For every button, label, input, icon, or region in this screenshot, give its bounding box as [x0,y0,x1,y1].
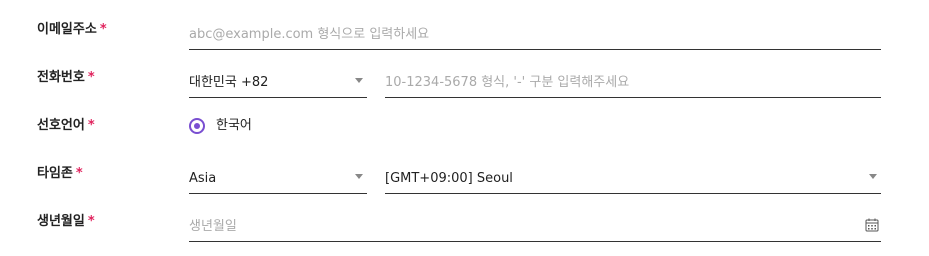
required-mark: * [87,70,95,85]
country-code-value: 대한민국 +82 [189,75,269,90]
chevron-down-icon [355,78,363,83]
phone-number-field[interactable]: 10-1234-5678 형식, '-' 구분 입력해주세요 [385,66,881,98]
language-row: 선호언어 * 한국어 [0,102,929,150]
required-mark: * [99,22,107,37]
birthdate-field[interactable]: 생년월일 [189,210,881,242]
phone-label-text: 전화번호 [37,70,85,85]
chevron-down-icon [869,174,877,179]
timezone-region-value: Asia [189,171,217,186]
timezone-label: 타임존 * [37,150,83,198]
language-label: 선호언어 * [37,102,95,150]
chevron-down-icon [355,174,363,179]
language-label-text: 선호언어 [37,118,85,133]
email-label: 이메일주소 * [37,6,107,54]
profile-form: 이메일주소 * abc@example.com 형식으로 입력하세요 전화번호 * … [0,0,929,256]
email-row: 이메일주소 * abc@example.com 형식으로 입력하세요 [0,6,929,54]
birthdate-label: 생년월일 * [37,198,95,246]
email-label-text: 이메일주소 [37,22,97,37]
timezone-zone-select[interactable]: [GMT+09:00] Seoul [385,162,881,194]
calendar-icon[interactable] [865,218,879,232]
phone-number-placeholder: 10-1234-5678 형식, '-' 구분 입력해주세요 [385,75,630,90]
birthdate-label-text: 생년월일 [37,214,85,229]
radio-label: 한국어 [216,118,252,133]
timezone-row: 타임존 * Asia [GMT+09:00] Seoul [0,150,929,198]
timezone-region-select[interactable]: Asia [189,162,367,194]
email-placeholder: abc@example.com 형식으로 입력하세요 [189,27,430,42]
email-field[interactable]: abc@example.com 형식으로 입력하세요 [189,18,881,50]
birthdate-placeholder: 생년월일 [189,219,237,234]
country-code-select[interactable]: 대한민국 +82 [189,66,367,98]
phone-row: 전화번호 * 대한민국 +82 10-1234-5678 형식, '-' 구분 입… [0,54,929,102]
timezone-label-text: 타임존 [37,166,73,181]
required-mark: * [87,214,95,229]
radio-button[interactable] [189,118,205,134]
phone-label: 전화번호 * [37,54,95,102]
timezone-zone-value: [GMT+09:00] Seoul [385,171,513,186]
required-mark: * [87,118,95,133]
radio-selected-dot [194,123,200,129]
required-mark: * [75,166,83,181]
birthdate-row: 생년월일 * 생년월일 [0,198,929,246]
